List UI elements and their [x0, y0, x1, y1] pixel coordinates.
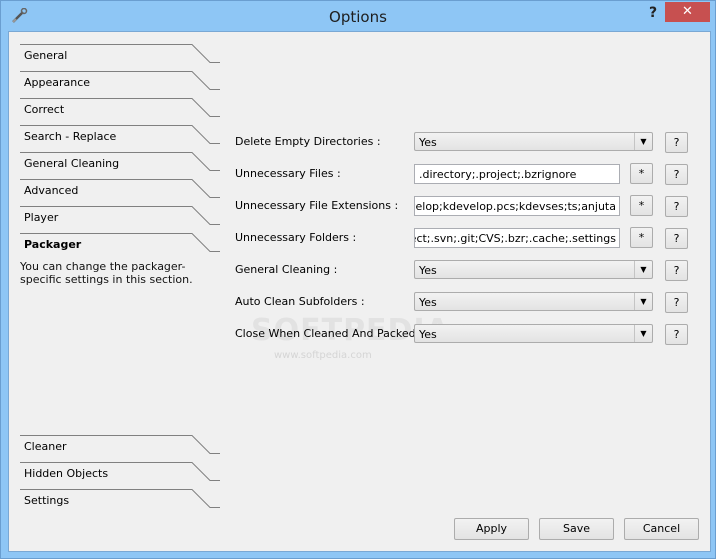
cancel-button[interactable]: Cancel — [624, 518, 699, 540]
nav-label: Search - Replace — [24, 130, 117, 143]
auto-clean-subfolders-label: Auto Clean Subfolders : — [235, 295, 365, 308]
select-value: Yes — [419, 136, 437, 149]
nav-label: Correct — [24, 103, 65, 116]
apply-button[interactable]: Apply — [454, 518, 529, 540]
unnecessary-folders-help-button[interactable]: ? — [665, 228, 688, 249]
general-cleaning-help-button[interactable]: ? — [665, 260, 688, 281]
general-cleaning-select[interactable]: Yes ▼ — [414, 260, 653, 279]
close-button[interactable]: ✕ — [665, 2, 710, 22]
unnecessary-files-input[interactable]: .directory;.project;.bzrignore — [414, 164, 620, 184]
chevron-down-icon[interactable]: ▼ — [634, 261, 652, 278]
input-value: .project;.svn;.git;CVS;.bzr;.cache;.sett… — [415, 232, 616, 245]
auto-clean-subfolders-help-button[interactable]: ? — [665, 292, 688, 313]
chevron-down-icon[interactable]: ▼ — [634, 133, 652, 150]
select-value: Yes — [419, 296, 437, 309]
nav-item-player[interactable]: Player — [20, 203, 220, 230]
help-title-button[interactable]: ? — [642, 4, 664, 22]
auto-clean-subfolders-select[interactable]: Yes ▼ — [414, 292, 653, 311]
unnecessary-folders-label: Unnecessary Folders : — [235, 231, 357, 244]
nav-item-correct[interactable]: Correct — [20, 95, 220, 122]
nav-item-settings[interactable]: Settings — [20, 486, 220, 513]
unnecessary-file-extensions-help-button[interactable]: ? — [665, 196, 688, 217]
unnecessary-file-extensions-label: Unnecessary File Extensions : — [235, 199, 399, 212]
delete-empty-directories-select[interactable]: Yes ▼ — [414, 132, 653, 151]
save-button[interactable]: Save — [539, 518, 614, 540]
nav-item-search-replace[interactable]: Search - Replace — [20, 122, 220, 149]
unnecessary-files-default-button[interactable]: * — [630, 163, 653, 184]
nav-label: Cleaner — [24, 440, 67, 453]
section-description: You can change the packager-specific set… — [20, 260, 193, 286]
select-value: Yes — [419, 264, 437, 277]
unnecessary-files-label: Unnecessary Files : — [235, 167, 341, 180]
nav-label: Player — [24, 211, 59, 224]
options-window: Options ? ✕ General Appearance Correct S… — [0, 0, 716, 559]
nav-item-advanced[interactable]: Advanced — [20, 176, 220, 203]
client-area: General Appearance Correct Search - Repl… — [8, 31, 711, 552]
nav-label: Packager — [24, 238, 82, 251]
nav-item-general[interactable]: General — [20, 41, 220, 68]
unnecessary-folders-input[interactable]: .project;.svn;.git;CVS;.bzr;.cache;.sett… — [414, 228, 620, 248]
nav-label: General — [24, 49, 68, 62]
nav-item-cleaner[interactable]: Cleaner — [20, 432, 220, 459]
input-value: kdevelop;kdevelop.pcs;kdevses;ts;anjuta — [415, 200, 616, 213]
nav-item-general-cleaning[interactable]: General Cleaning — [20, 149, 220, 176]
input-value: .directory;.project;.bzrignore — [419, 168, 577, 181]
nav-item-packager[interactable]: Packager — [20, 230, 220, 257]
close-when-cleaned-help-button[interactable]: ? — [665, 324, 688, 345]
delete-empty-directories-label: Delete Empty Directories : — [235, 135, 381, 148]
select-value: Yes — [419, 328, 437, 341]
nav-label: General Cleaning — [24, 157, 120, 170]
nav-item-appearance[interactable]: Appearance — [20, 68, 220, 95]
general-cleaning-label: General Cleaning : — [235, 263, 338, 276]
nav-label: Settings — [24, 494, 70, 507]
title-bar[interactable]: Options ? ✕ — [1, 1, 715, 31]
nav-label: Appearance — [24, 76, 91, 89]
nav-label: Advanced — [24, 184, 79, 197]
nav-item-hidden-objects[interactable]: Hidden Objects — [20, 459, 220, 486]
chevron-down-icon[interactable]: ▼ — [634, 325, 652, 342]
unnecessary-files-help-button[interactable]: ? — [665, 164, 688, 185]
unnecessary-folders-default-button[interactable]: * — [630, 227, 653, 248]
window-title: Options — [329, 8, 387, 26]
close-when-cleaned-label: Close When Cleaned And Packed? : — [235, 327, 429, 340]
chevron-down-icon[interactable]: ▼ — [634, 293, 652, 310]
nav-label: Hidden Objects — [24, 467, 109, 480]
delete-empty-directories-help-button[interactable]: ? — [665, 132, 688, 153]
close-when-cleaned-select[interactable]: Yes ▼ — [414, 324, 653, 343]
unnecessary-file-extensions-input[interactable]: kdevelop;kdevelop.pcs;kdevses;ts;anjuta — [414, 196, 620, 216]
watermark-url: www.softpedia.com — [274, 350, 372, 361]
unnecessary-file-extensions-default-button[interactable]: * — [630, 195, 653, 216]
